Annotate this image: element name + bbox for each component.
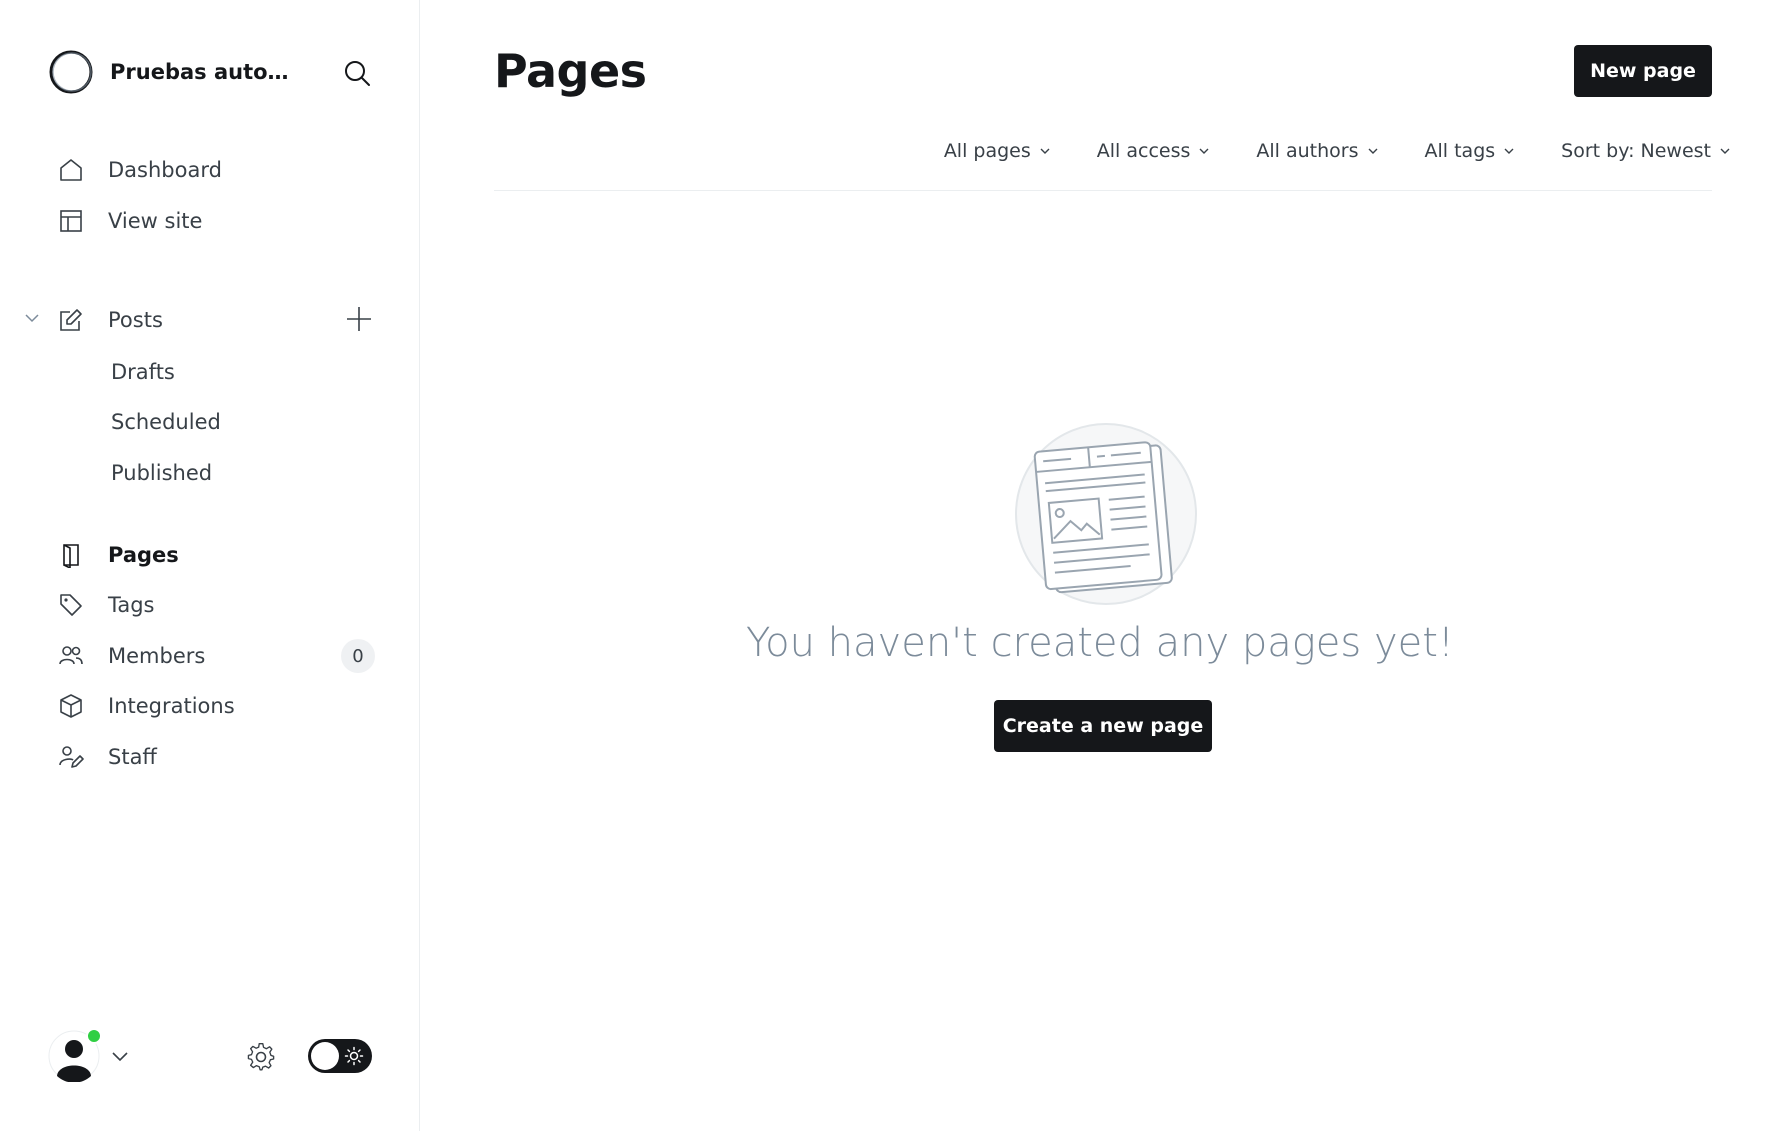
nav-staff-label: Staff bbox=[108, 745, 157, 769]
tag-icon bbox=[56, 590, 86, 620]
chevron-down-icon bbox=[1503, 145, 1515, 157]
nav-dashboard[interactable]: Dashboard bbox=[56, 150, 222, 190]
filter-type-label: All pages bbox=[943, 140, 1031, 162]
posts-collapse-chevron-icon[interactable] bbox=[22, 308, 42, 328]
site-brand[interactable]: Pruebas automa... bbox=[48, 48, 305, 96]
members-count-badge: 0 bbox=[341, 639, 375, 673]
theme-toggle-knob bbox=[311, 1042, 339, 1070]
nav-drafts[interactable]: Drafts bbox=[111, 354, 175, 390]
nav-view-site-label: View site bbox=[108, 209, 203, 233]
chevron-down-icon bbox=[1198, 145, 1210, 157]
chevron-down-icon bbox=[1039, 145, 1051, 157]
main-content: Pages New page All pages All access All … bbox=[421, 0, 1779, 1131]
create-new-page-button[interactable]: Create a new page bbox=[994, 700, 1212, 752]
search-icon bbox=[345, 61, 370, 86]
empty-pages-illustration-icon bbox=[1015, 423, 1197, 605]
site-name: Pruebas automa... bbox=[110, 60, 305, 84]
nav-members[interactable]: Members bbox=[56, 636, 205, 676]
home-icon bbox=[56, 155, 86, 185]
nav-dashboard-label: Dashboard bbox=[108, 158, 222, 182]
cube-icon bbox=[56, 691, 86, 721]
site-logo-icon bbox=[49, 50, 93, 94]
filter-access-dropdown[interactable]: All access bbox=[1097, 140, 1211, 162]
search-button[interactable] bbox=[340, 56, 374, 90]
page-title: Pages bbox=[494, 44, 647, 98]
empty-state-message: You haven't created any pages yet! bbox=[746, 620, 1454, 666]
add-post-button[interactable] bbox=[344, 304, 374, 334]
sidebar: Pruebas automa... Dashboard View site Po… bbox=[0, 0, 420, 1131]
edit-icon bbox=[56, 305, 86, 335]
plus-icon bbox=[347, 307, 371, 331]
chevron-down-icon bbox=[1719, 145, 1731, 157]
filter-tags-dropdown[interactable]: All tags bbox=[1425, 140, 1516, 162]
layout-icon bbox=[56, 206, 86, 236]
nav-published[interactable]: Published bbox=[111, 455, 212, 491]
chevron-down-icon bbox=[110, 1046, 130, 1066]
avatar bbox=[48, 1028, 102, 1083]
nav-view-site[interactable]: View site bbox=[56, 201, 202, 241]
header-divider bbox=[494, 190, 1712, 191]
filter-authors-label: All authors bbox=[1256, 140, 1359, 162]
sort-label: Sort by: Newest bbox=[1561, 140, 1711, 162]
filter-access-label: All access bbox=[1096, 140, 1191, 162]
nav-members-label: Members bbox=[108, 644, 206, 668]
settings-button[interactable] bbox=[244, 1040, 278, 1074]
user-menu[interactable] bbox=[48, 1028, 130, 1083]
nav-scheduled[interactable]: Scheduled bbox=[111, 404, 221, 440]
gear-icon bbox=[247, 1043, 275, 1071]
page-icon bbox=[56, 540, 86, 570]
members-icon bbox=[56, 641, 86, 671]
nav-posts[interactable]: Posts bbox=[56, 300, 163, 340]
nav-tags-label: Tags bbox=[108, 593, 155, 617]
filter-type-dropdown[interactable]: All pages bbox=[944, 140, 1051, 162]
nav-tags[interactable]: Tags bbox=[56, 585, 155, 625]
filter-bar: All pages All access All authors All tag… bbox=[898, 140, 1731, 162]
filter-authors-dropdown[interactable]: All authors bbox=[1256, 140, 1378, 162]
sun-icon bbox=[344, 1046, 364, 1066]
nav-integrations[interactable]: Integrations bbox=[56, 686, 235, 726]
staff-icon bbox=[56, 742, 86, 772]
new-page-button[interactable]: New page bbox=[1574, 45, 1712, 97]
online-status-dot bbox=[86, 1028, 102, 1044]
nav-pages[interactable]: Pages bbox=[56, 535, 179, 575]
nav-integrations-label: Integrations bbox=[108, 694, 235, 718]
nav-staff[interactable]: Staff bbox=[56, 737, 157, 777]
chevron-down-icon bbox=[1367, 145, 1379, 157]
nav-pages-label: Pages bbox=[108, 543, 179, 567]
nav-posts-label: Posts bbox=[108, 308, 163, 332]
filter-tags-label: All tags bbox=[1424, 140, 1496, 162]
theme-toggle[interactable] bbox=[308, 1039, 372, 1073]
sort-dropdown[interactable]: Sort by: Newest bbox=[1561, 140, 1731, 162]
